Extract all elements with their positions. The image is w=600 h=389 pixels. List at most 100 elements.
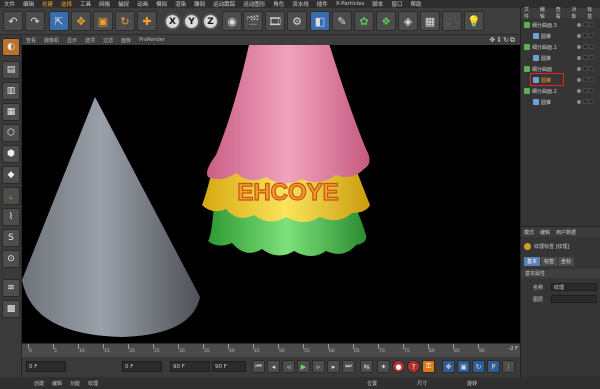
timeline-ruler[interactable]: 0 5 10 15 20 25 30 35 40 45 50 55 60 65 70 75 80 85 90 -2 …: [22, 343, 520, 357]
end-frame-field[interactable]: 90 F: [170, 361, 210, 372]
object-row[interactable]: 细分曲面.1: [521, 42, 600, 52]
subdivision-button[interactable]: ✿: [354, 11, 374, 31]
axis-mode-button[interactable]: ⌞: [2, 187, 20, 205]
object-tags[interactable]: [583, 55, 597, 61]
tweak-mode-button[interactable]: ⌇: [2, 208, 20, 226]
goto-start-icon[interactable]: ⏮: [252, 360, 265, 373]
next-frame-icon[interactable]: ▹: [312, 360, 325, 373]
object-row[interactable]: 圆锥: [521, 53, 600, 63]
menu-item[interactable]: 捕捉: [114, 0, 133, 8]
obj-tab-tags[interactable]: 标签: [584, 6, 600, 20]
object-row[interactable]: 细分曲面.2: [521, 86, 600, 96]
coordinate-system-button[interactable]: ◉: [222, 11, 242, 31]
menu-item[interactable]: 脚本: [368, 0, 387, 8]
menu-item[interactable]: 渲染: [171, 0, 190, 8]
magnet-button[interactable]: ⊙: [2, 250, 20, 268]
viewport-tab-options[interactable]: 选项: [81, 37, 99, 44]
viewport-navigation-icons[interactable]: ✥⇕↻⧉: [489, 36, 516, 45]
visibility-dot[interactable]: [577, 56, 581, 60]
record-key-icon[interactable]: ●: [392, 360, 405, 373]
pen-button[interactable]: ✎: [332, 11, 352, 31]
polygons-mode-button[interactable]: ◆: [2, 166, 20, 184]
render-settings-button[interactable]: ⚙: [287, 11, 307, 31]
menu-item[interactable]: 帮助: [406, 0, 425, 8]
menu-item[interactable]: 网格: [95, 0, 114, 8]
current-frame-field[interactable]: 0 F: [122, 361, 162, 372]
object-row[interactable]: 细分曲面.3: [521, 20, 600, 30]
menu-item[interactable]: 创建: [38, 0, 57, 8]
obj-tab-edit[interactable]: 编辑: [537, 6, 553, 20]
menu-item[interactable]: 选择: [57, 0, 76, 8]
add-object-button[interactable]: ✚: [137, 11, 157, 31]
menu-item[interactable]: X-Particles: [332, 1, 369, 7]
object-tags[interactable]: [583, 33, 597, 39]
rotate-tool-button[interactable]: ↻: [115, 11, 135, 31]
auto-key-icon[interactable]: ?: [407, 360, 420, 373]
obj-tab-object[interactable]: 对象: [568, 6, 584, 20]
position-key-icon[interactable]: ✥: [442, 360, 455, 373]
menu-item[interactable]: 运动跟踪: [209, 0, 239, 8]
visibility-dot[interactable]: [577, 78, 581, 82]
edges-mode-button[interactable]: ⬢: [2, 145, 20, 163]
camera-button[interactable]: 🎥: [442, 11, 462, 31]
attr-tab-mode[interactable]: 模式: [521, 229, 537, 236]
viewport-tab-panel[interactable]: 面板: [117, 37, 135, 44]
play-icon[interactable]: ▶: [297, 360, 310, 373]
object-row[interactable]: 圆锥: [521, 73, 600, 86]
start-frame-field[interactable]: 0 F: [26, 361, 66, 372]
object-tags[interactable]: [583, 99, 597, 105]
viewport-tab-filter[interactable]: 过滤: [99, 37, 117, 44]
menu-item[interactable]: 流水线: [288, 0, 313, 8]
scale-key-icon[interactable]: ▣: [457, 360, 470, 373]
visibility-dot[interactable]: [577, 45, 581, 49]
object-tags[interactable]: [583, 66, 597, 72]
workplane-button[interactable]: ▦: [2, 103, 20, 121]
model-mode-button[interactable]: ▤: [2, 61, 20, 79]
render-picture-viewer-button[interactable]: 🎞: [265, 11, 285, 31]
visibility-dot[interactable]: [577, 100, 581, 104]
menu-item[interactable]: 窗口: [387, 0, 406, 8]
make-editable-button[interactable]: ◐: [2, 38, 20, 56]
viewport-tab-view[interactable]: 查看: [22, 37, 40, 44]
object-row[interactable]: 圆锥: [521, 97, 600, 107]
name-field[interactable]: 纹理: [551, 283, 597, 291]
obj-tab-view[interactable]: 查看: [553, 6, 569, 20]
layer-button[interactable]: ≋: [2, 279, 20, 297]
bottom-tab-texture[interactable]: 纹理: [88, 380, 98, 387]
attr-tab-userdata[interactable]: 用户数据: [553, 229, 579, 236]
3d-viewport[interactable]: EHCOYE: [22, 45, 520, 343]
mograph-button[interactable]: ❖: [376, 11, 396, 31]
bottom-tab-function[interactable]: 功能: [70, 380, 80, 387]
visibility-dot[interactable]: [577, 89, 581, 93]
attr-tab-edit[interactable]: 编辑: [537, 229, 553, 236]
layer-field[interactable]: [551, 295, 597, 303]
menu-item[interactable]: 编辑: [19, 0, 38, 8]
menu-item[interactable]: 工具: [76, 0, 95, 8]
visibility-dot[interactable]: [577, 23, 581, 27]
menu-item[interactable]: 插件: [313, 0, 332, 8]
texture-mode-button[interactable]: ▥: [2, 82, 20, 100]
viewport-tab-display[interactable]: 显示: [63, 37, 81, 44]
scale-tool-button[interactable]: ▣: [93, 11, 113, 31]
menu-item[interactable]: 雕刻: [190, 0, 209, 8]
object-tags[interactable]: [583, 77, 597, 83]
subtab-coord[interactable]: 坐标: [558, 257, 575, 266]
bottom-tab-edit[interactable]: 编辑: [52, 380, 62, 387]
viewport-tab-prorender[interactable]: ProRender: [135, 37, 169, 43]
x-axis-button[interactable]: X: [164, 13, 181, 30]
preview-end-field[interactable]: 90 F: [212, 361, 246, 372]
deformer-button[interactable]: ◈: [398, 11, 418, 31]
param-key-icon[interactable]: P: [487, 360, 500, 373]
object-row[interactable]: 圆锥: [521, 31, 600, 41]
subtab-basic[interactable]: 基本: [524, 257, 541, 266]
bottom-tab-create[interactable]: 创建: [34, 380, 44, 387]
motion-record-icon[interactable]: ✦: [377, 360, 390, 373]
select-tool-button[interactable]: ⇱: [49, 11, 69, 31]
goto-end-icon[interactable]: ⏭: [342, 360, 355, 373]
rotation-key-icon[interactable]: ↻: [472, 360, 485, 373]
next-key-icon[interactable]: ▸: [327, 360, 340, 373]
menu-item[interactable]: 文件: [0, 0, 19, 8]
render-view-button[interactable]: 🎬: [243, 11, 263, 31]
snap-button[interactable]: S: [2, 229, 20, 247]
grid-button[interactable]: ▩: [2, 300, 20, 318]
